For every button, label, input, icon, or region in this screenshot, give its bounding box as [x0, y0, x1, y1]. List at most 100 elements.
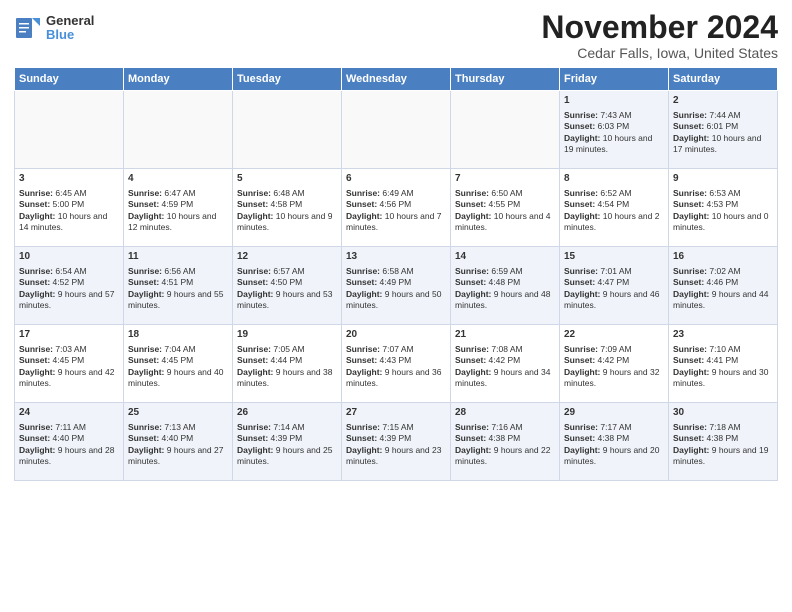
header-cell-sunday: Sunday [15, 68, 124, 91]
calendar-cell: 20Sunrise: 7:07 AMSunset: 4:43 PMDayligh… [342, 325, 451, 403]
cell-line: Daylight: 9 hours and 19 minutes. [673, 445, 773, 468]
cell-line: Sunset: 4:54 PM [564, 199, 664, 210]
calendar-cell: 18Sunrise: 7:04 AMSunset: 4:45 PMDayligh… [124, 325, 233, 403]
cell-line: Daylight: 10 hours and 2 minutes. [564, 211, 664, 234]
cell-line: Daylight: 10 hours and 4 minutes. [455, 211, 555, 234]
cell-line: Sunrise: 6:52 AM [564, 188, 664, 199]
cell-line: Sunset: 4:38 PM [673, 433, 773, 444]
calendar-cell: 11Sunrise: 6:56 AMSunset: 4:51 PMDayligh… [124, 247, 233, 325]
cell-line: Daylight: 9 hours and 27 minutes. [128, 445, 228, 468]
subtitle: Cedar Falls, Iowa, United States [541, 45, 778, 61]
header-cell-saturday: Saturday [669, 68, 778, 91]
day-number: 17 [19, 328, 119, 342]
cell-line: Sunrise: 6:56 AM [128, 266, 228, 277]
cell-line: Sunrise: 6:58 AM [346, 266, 446, 277]
cell-line: Daylight: 10 hours and 17 minutes. [673, 133, 773, 156]
cell-line: Sunset: 6:01 PM [673, 121, 773, 132]
day-number: 3 [19, 172, 119, 186]
cell-line: Sunset: 4:40 PM [128, 433, 228, 444]
calendar-cell: 8 Sunrise: 6:52 AMSunset: 4:54 PMDaylight… [560, 169, 669, 247]
cell-line: Sunrise: 6:53 AM [673, 188, 773, 199]
day-number: 28 [455, 406, 555, 420]
calendar-cell: 19Sunrise: 7:05 AMSunset: 4:44 PMDayligh… [233, 325, 342, 403]
cell-line: Sunset: 4:53 PM [673, 199, 773, 210]
cell-line: Daylight: 9 hours and 50 minutes. [346, 289, 446, 312]
calendar-cell [124, 91, 233, 169]
day-number: 1 [564, 94, 664, 108]
cell-line: Daylight: 9 hours and 46 minutes. [564, 289, 664, 312]
cell-line: Daylight: 9 hours and 30 minutes. [673, 367, 773, 390]
day-number: 6 [346, 172, 446, 186]
cell-line: Sunrise: 7:13 AM [128, 422, 228, 433]
cell-line: Sunset: 5:00 PM [19, 199, 119, 210]
cell-line: Sunset: 4:38 PM [455, 433, 555, 444]
cell-line: Daylight: 9 hours and 42 minutes. [19, 367, 119, 390]
calendar-cell: 3Sunrise: 6:45 AMSunset: 5:00 PMDaylight… [15, 169, 124, 247]
header-cell-friday: Friday [560, 68, 669, 91]
cell-line: Sunrise: 7:05 AM [237, 344, 337, 355]
day-number: 12 [237, 250, 337, 264]
page: General Blue November 2024 Cedar Falls, … [0, 0, 792, 612]
calendar-cell [15, 91, 124, 169]
cell-line: Sunrise: 7:43 AM [564, 110, 664, 121]
cell-line: Sunset: 4:44 PM [237, 355, 337, 366]
week-row-1: 3Sunrise: 6:45 AMSunset: 5:00 PMDaylight… [15, 169, 778, 247]
day-number: 23 [673, 328, 773, 342]
logo-blue: Blue [46, 28, 94, 42]
cell-line: Sunset: 4:49 PM [346, 277, 446, 288]
week-row-0: 1Sunrise: 7:43 AMSunset: 6:03 PMDaylight… [15, 91, 778, 169]
cell-line: Daylight: 10 hours and 12 minutes. [128, 211, 228, 234]
cell-line: Sunrise: 6:59 AM [455, 266, 555, 277]
cell-line: Sunset: 4:56 PM [346, 199, 446, 210]
calendar-cell: 28Sunrise: 7:16 AMSunset: 4:38 PMDayligh… [451, 403, 560, 481]
calendar-cell: 23Sunrise: 7:10 AMSunset: 4:41 PMDayligh… [669, 325, 778, 403]
calendar-cell: 27Sunrise: 7:15 AMSunset: 4:39 PMDayligh… [342, 403, 451, 481]
cell-line: Sunset: 4:48 PM [455, 277, 555, 288]
calendar-cell: 21Sunrise: 7:08 AMSunset: 4:42 PMDayligh… [451, 325, 560, 403]
calendar-cell: 9 Sunrise: 6:53 AMSunset: 4:53 PMDaylight… [669, 169, 778, 247]
cell-line: Sunrise: 6:49 AM [346, 188, 446, 199]
calendar-body: 1Sunrise: 7:43 AMSunset: 6:03 PMDaylight… [15, 91, 778, 481]
cell-line: Sunrise: 7:14 AM [237, 422, 337, 433]
cell-line: Sunset: 4:58 PM [237, 199, 337, 210]
cell-line: Daylight: 9 hours and 57 minutes. [19, 289, 119, 312]
day-number: 15 [564, 250, 664, 264]
cell-line: Sunrise: 7:10 AM [673, 344, 773, 355]
week-row-2: 10Sunrise: 6:54 AMSunset: 4:52 PMDayligh… [15, 247, 778, 325]
cell-line: Sunset: 4:47 PM [564, 277, 664, 288]
cell-line: Sunrise: 7:02 AM [673, 266, 773, 277]
day-number: 4 [128, 172, 228, 186]
cell-line: Daylight: 9 hours and 25 minutes. [237, 445, 337, 468]
calendar-cell: 26Sunrise: 7:14 AMSunset: 4:39 PMDayligh… [233, 403, 342, 481]
calendar-cell: 14Sunrise: 6:59 AMSunset: 4:48 PMDayligh… [451, 247, 560, 325]
cell-line: Sunset: 4:45 PM [128, 355, 228, 366]
cell-line: Sunset: 4:59 PM [128, 199, 228, 210]
cell-line: Daylight: 10 hours and 0 minutes. [673, 211, 773, 234]
cell-line: Daylight: 9 hours and 28 minutes. [19, 445, 119, 468]
logo: General Blue [14, 14, 94, 43]
main-title: November 2024 [541, 10, 778, 45]
calendar-cell: 7Sunrise: 6:50 AMSunset: 4:55 PMDaylight… [451, 169, 560, 247]
cell-line: Daylight: 9 hours and 23 minutes. [346, 445, 446, 468]
day-number: 10 [19, 250, 119, 264]
day-number: 9 [673, 172, 773, 186]
calendar-cell [451, 91, 560, 169]
cell-line: Sunrise: 7:17 AM [564, 422, 664, 433]
header-cell-tuesday: Tuesday [233, 68, 342, 91]
header-cell-thursday: Thursday [451, 68, 560, 91]
cell-line: Sunrise: 7:09 AM [564, 344, 664, 355]
cell-line: Sunrise: 7:01 AM [564, 266, 664, 277]
day-number: 8 [564, 172, 664, 186]
cell-line: Daylight: 9 hours and 38 minutes. [237, 367, 337, 390]
day-number: 14 [455, 250, 555, 264]
week-row-3: 17Sunrise: 7:03 AMSunset: 4:45 PMDayligh… [15, 325, 778, 403]
calendar-cell: 10Sunrise: 6:54 AMSunset: 4:52 PMDayligh… [15, 247, 124, 325]
cell-line: Sunset: 4:45 PM [19, 355, 119, 366]
day-number: 22 [564, 328, 664, 342]
calendar-cell: 5Sunrise: 6:48 AMSunset: 4:58 PMDaylight… [233, 169, 342, 247]
calendar-cell: 29Sunrise: 7:17 AMSunset: 4:38 PMDayligh… [560, 403, 669, 481]
calendar-cell: 30Sunrise: 7:18 AMSunset: 4:38 PMDayligh… [669, 403, 778, 481]
cell-line: Sunrise: 7:08 AM [455, 344, 555, 355]
day-number: 30 [673, 406, 773, 420]
cell-line: Sunset: 4:42 PM [564, 355, 664, 366]
